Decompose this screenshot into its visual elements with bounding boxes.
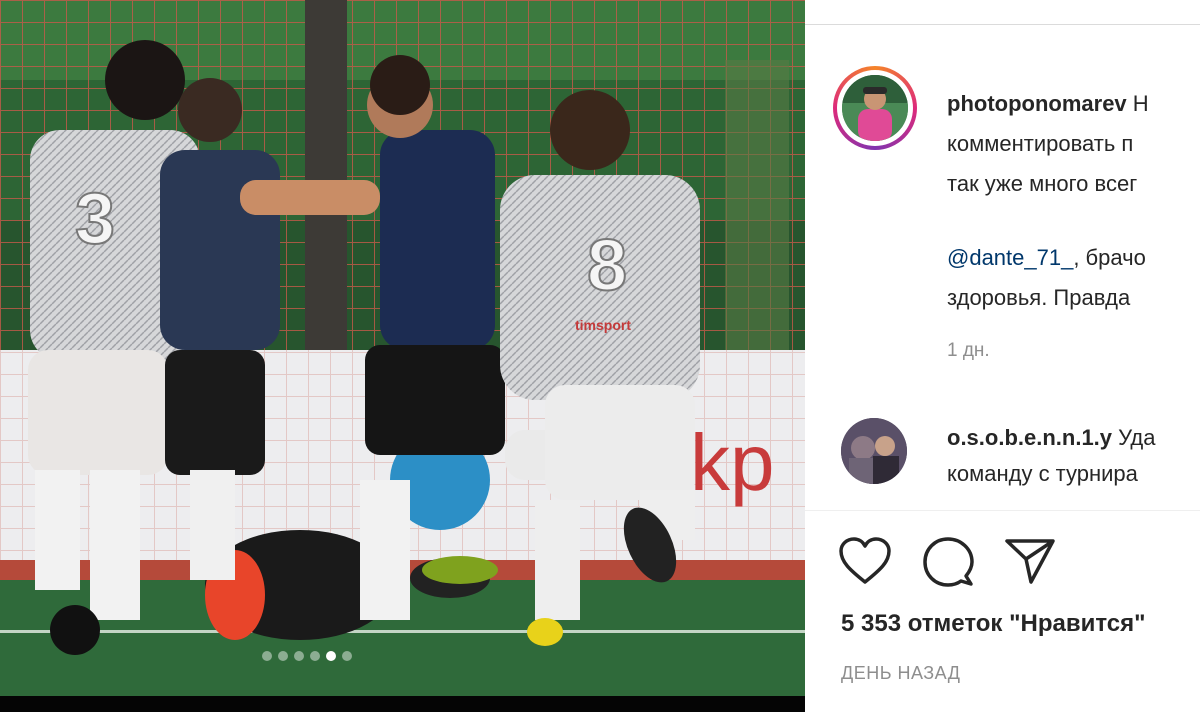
post-photo[interactable]: kp 3 8 timsport [0, 0, 805, 696]
caption-text: здоровья. Правда [947, 285, 1131, 310]
carousel-dot[interactable] [262, 651, 272, 661]
author-avatar[interactable] [833, 66, 917, 150]
post-caption: photoponomarev Н комментировать п так уж… [947, 84, 1200, 318]
caption-text: , брачо [1073, 245, 1146, 270]
caption-text: Н [1132, 91, 1149, 116]
carousel-dot[interactable] [278, 651, 288, 661]
commenter-username[interactable]: o.s.o.b.e.n.n.1.y [947, 425, 1112, 450]
post-sidebar: photoponomarev Н комментировать п так уж… [805, 0, 1200, 712]
author-username[interactable]: photoponomarev [947, 91, 1127, 116]
post-actions [838, 536, 1056, 588]
paper-plane-icon[interactable] [1004, 536, 1056, 588]
comment: o.s.o.b.e.n.n.1.y Уда команду с турнира [947, 420, 1156, 492]
post-timestamp[interactable]: ДЕНЬ НАЗАД [841, 663, 960, 684]
caption-text: так уже много всег [947, 171, 1138, 196]
carousel-indicator [262, 651, 352, 661]
divider [805, 24, 1200, 25]
comment-icon[interactable] [922, 536, 974, 588]
comment-text: Уда [1118, 425, 1156, 450]
comment-text: команду с турнира [947, 461, 1138, 486]
carousel-dot[interactable] [342, 651, 352, 661]
football-scene: kp 3 8 timsport [0, 0, 805, 696]
carousel-dot-active[interactable] [326, 651, 336, 661]
jersey-number-3: 3 [75, 179, 115, 259]
likes-count[interactable]: 5 353 отметок "Нравится" [841, 610, 1146, 638]
jersey-number-8: 8 [587, 226, 627, 306]
carousel-dot[interactable] [294, 651, 304, 661]
author-avatar-image [842, 75, 908, 141]
shirt-logo: timsport [575, 317, 631, 333]
heart-icon[interactable] [838, 536, 892, 588]
commenter-avatar[interactable] [841, 418, 907, 484]
photo-bottom-bar [0, 696, 805, 712]
divider [805, 510, 1200, 511]
banner-text: kp [690, 418, 775, 507]
caption-timestamp[interactable]: 1 дн. [947, 340, 990, 362]
caption-text: комментировать п [947, 131, 1134, 156]
mention-link[interactable]: @dante_71_ [947, 245, 1073, 270]
carousel-dot[interactable] [310, 651, 320, 661]
